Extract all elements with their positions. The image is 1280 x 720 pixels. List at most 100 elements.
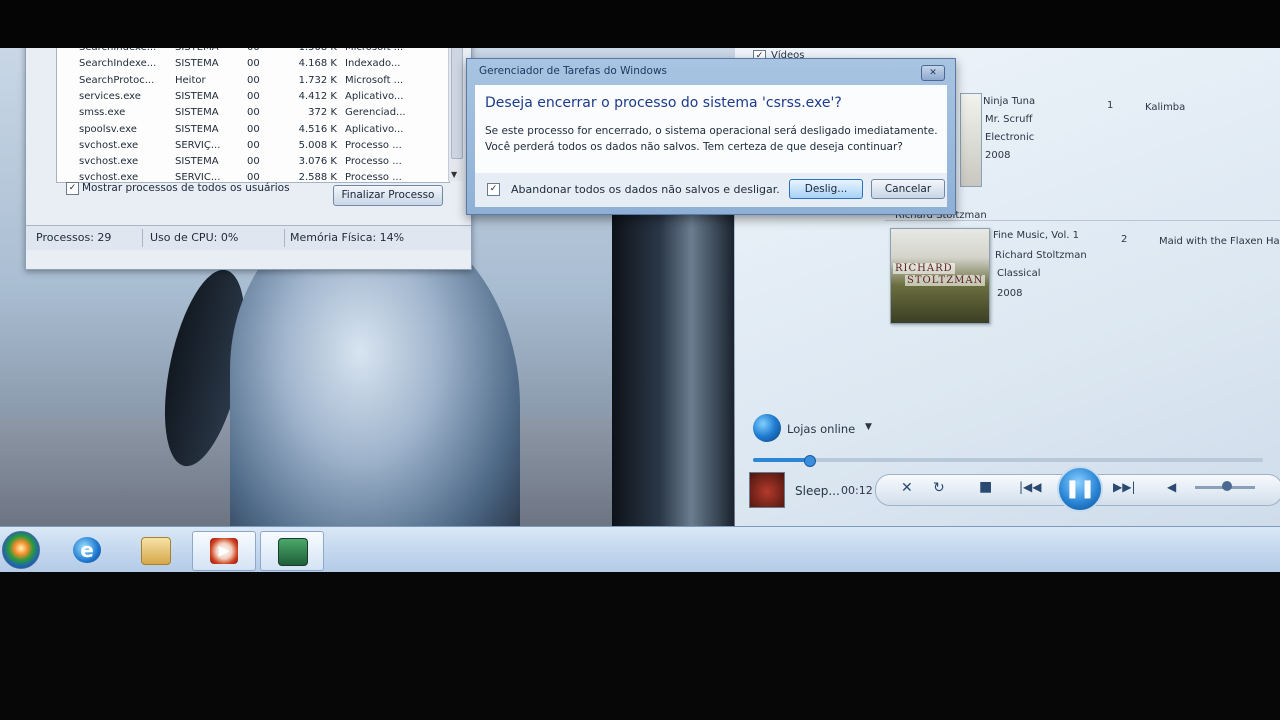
process-row[interactable]: svchost.exe SISTEMA 00 3.076 K Processo ... — [57, 154, 449, 170]
end-process-label: Finalizar Processo — [341, 189, 435, 201]
process-name: spoolsv.exe — [79, 123, 137, 135]
process-desc: Processo ... — [345, 172, 402, 183]
process-mem: 5.008 K — [298, 139, 337, 151]
shuffle-icon[interactable]: ✕ — [901, 480, 913, 496]
process-mem: 4.412 K — [298, 90, 337, 102]
globe-icon[interactable] — [753, 414, 781, 442]
process-user: SISTEMA — [175, 58, 219, 70]
seek-bar-progress — [753, 458, 810, 462]
online-stores-label[interactable]: Lojas online — [787, 422, 855, 436]
cancel-button[interactable]: Cancelar — [871, 179, 945, 199]
status-memory: Memória Física: 14% — [290, 231, 405, 244]
album1-year: 2008 — [985, 150, 1011, 161]
process-user: SISTEMA — [175, 107, 219, 119]
status-processes: Processos: 29 — [36, 231, 112, 244]
status-bar: Processos: 29 Uso de CPU: 0% Memória Fís… — [26, 225, 471, 250]
album-art-previous — [960, 93, 982, 187]
wallpaper-penguin-dark — [612, 208, 734, 528]
dialog-heading: Deseja encerrar o processo do sistema 'c… — [485, 95, 842, 111]
process-cpu: 00 — [247, 156, 260, 168]
process-mem: 1.508 K — [293, 48, 337, 53]
album1-track-title[interactable]: Kalimba — [1145, 102, 1185, 113]
process-desc: Processo ... — [345, 156, 402, 168]
process-desc: Indexado... — [345, 58, 401, 70]
taskbar-task-manager[interactable] — [260, 531, 324, 571]
process-desc: Aplicativo... — [345, 90, 404, 102]
album1-track-number: 1 — [1107, 100, 1114, 111]
album2-track-title[interactable]: Maid with the Flaxen Hair — [1159, 236, 1280, 247]
process-row[interactable]: SearchIndexe... SISTEMA 00 1.508 K Microsoft… — [57, 48, 449, 56]
seek-bar[interactable] — [753, 455, 1263, 467]
process-list: SearchIndexe... SISTEMA 00 1.508 K Microsoft… — [56, 48, 450, 183]
process-row[interactable]: services.exe SISTEMA 00 4.412 K Aplicativo..… — [57, 89, 449, 105]
process-row[interactable]: SearchIndexe... SISTEMA 00 4.168 K Indexado.… — [57, 56, 449, 72]
process-row[interactable]: spoolsv.exe SISTEMA 00 4.516 K Aplicativo... — [57, 122, 449, 138]
abandon-data-checkbox[interactable]: ✓ — [487, 183, 500, 196]
process-mem: 1.732 K — [298, 74, 337, 86]
process-mem: 2.588 K — [298, 172, 337, 183]
volume-knob[interactable] — [1222, 481, 1232, 491]
process-mem: 3.076 K — [298, 156, 337, 168]
desktop-screen: SearchIndexe... SISTEMA 00 1.508 K Microsoft… — [0, 48, 1280, 572]
album-art-fine-music[interactable]: RICHARD STOLTZMAN — [890, 228, 990, 324]
dialog-message-line-1: Se este processo for encerrado, o sistem… — [485, 125, 938, 137]
process-name: services.exe — [79, 90, 141, 102]
process-desc: Aplicativo... — [345, 123, 404, 135]
process-list-scrollbar[interactable]: ▼ — [448, 48, 463, 181]
start-button[interactable] — [2, 531, 40, 569]
scrollbar-thumb[interactable] — [451, 48, 463, 159]
process-row[interactable]: svchost.exe SERVIÇ... 00 5.008 K Processo ..… — [57, 138, 449, 154]
previous-icon[interactable]: |◀◀ — [1019, 480, 1042, 494]
process-user: SISTEMA — [175, 90, 219, 102]
playback-time: 00:12 — [841, 484, 873, 497]
scroll-down-icon[interactable]: ▼ — [451, 170, 457, 179]
stop-icon[interactable]: ■ — [979, 479, 992, 495]
pause-button[interactable]: ❚❚ — [1057, 466, 1103, 512]
folder-icon — [141, 537, 171, 565]
end-process-button[interactable]: Finalizar Processo — [333, 185, 443, 206]
dialog-footer: ✓ Abandonar todos os dados não salvos e … — [475, 173, 947, 207]
repeat-icon[interactable]: ↻ — [933, 480, 945, 496]
internet-explorer-icon: e — [73, 537, 101, 563]
process-name: svchost.exe — [79, 156, 139, 168]
volume-icon[interactable]: ◀ — [1167, 480, 1176, 494]
process-user: SISTEMA — [175, 48, 219, 53]
media-player-icon: ▶ — [210, 538, 238, 564]
status-cpu: Uso de CPU: 0% — [150, 231, 239, 244]
now-playing-thumbnail[interactable] — [749, 472, 785, 508]
album2-track-number: 2 — [1121, 234, 1128, 245]
process-desc: Processo ... — [345, 139, 402, 151]
album1-album-artist: Mr. Scruff — [985, 114, 1033, 125]
chevron-down-icon[interactable]: ▼ — [865, 422, 872, 432]
process-name: SearchIndexe... — [79, 48, 156, 53]
shutdown-button[interactable]: Deslig... — [789, 179, 863, 199]
process-row[interactable]: smss.exe SISTEMA 00 372 K Gerenciad... — [57, 105, 449, 121]
album-art-text-2: STOLTZMAN — [905, 275, 986, 286]
process-cpu: 00 — [247, 123, 260, 135]
process-name: svchost.exe — [79, 139, 139, 151]
abandon-data-label: Abandonar todos os dados não salvos e de… — [511, 183, 780, 196]
process-name: smss.exe — [79, 107, 126, 119]
task-manager-window: SearchIndexe... SISTEMA 00 1.508 K Microsoft… — [25, 48, 472, 270]
taskbar-windows-explorer[interactable] — [124, 531, 186, 569]
show-all-processes-checkbox[interactable]: ✓ — [66, 182, 79, 195]
process-cpu: 00 — [247, 74, 260, 86]
next-icon[interactable]: ▶▶| — [1113, 480, 1136, 494]
close-icon[interactable]: ✕ — [921, 65, 945, 81]
seek-bar-knob[interactable] — [804, 455, 817, 467]
dialog-body: Deseja encerrar o processo do sistema 'c… — [475, 85, 947, 173]
now-playing-title: Sleep... — [795, 484, 840, 498]
process-user: SISTEMA — [175, 123, 219, 135]
process-mem: 372 K — [308, 107, 337, 119]
dialog-message-line-2: Você perderá todos os dados não salvos. … — [485, 141, 903, 153]
taskbar-internet-explorer[interactable]: e — [56, 531, 118, 569]
process-cpu: 00 — [247, 139, 260, 151]
process-user: Heitor — [175, 74, 206, 86]
taskbar: e ▶ — [0, 526, 1280, 572]
show-all-processes-label: Mostrar processos de todos os usuários — [82, 182, 290, 194]
process-cpu: 00 — [247, 58, 260, 70]
process-row[interactable]: SearchProtoc... Heitor 00 1.732 K Microsoft … — [57, 73, 449, 89]
taskbar-media-player[interactable]: ▶ — [192, 531, 256, 571]
process-desc: Microsoft ... — [345, 48, 403, 53]
album1-genre: Electronic — [985, 132, 1035, 143]
